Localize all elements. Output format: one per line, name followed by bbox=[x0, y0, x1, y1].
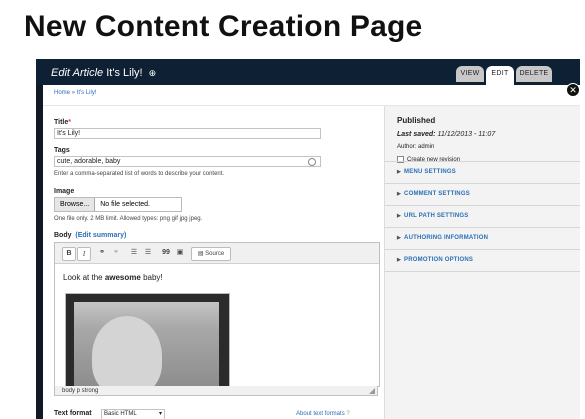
baby-face-image bbox=[92, 316, 162, 386]
element-path-bar: body p strong bbox=[54, 386, 378, 396]
editor-toolbar: B I ⚭ ⚭ ☰ ☰ 99 ▣ ▤ Source bbox=[55, 243, 379, 264]
chevron-down-icon: ▾ bbox=[158, 411, 162, 417]
browse-button[interactable]: Browse... bbox=[55, 198, 96, 211]
breadcrumb-separator: » bbox=[71, 90, 76, 96]
section-menu-settings[interactable]: ▶ MENU SETTINGS bbox=[385, 161, 580, 182]
help-icon: ? bbox=[346, 411, 350, 417]
bulleted-list-icon[interactable]: ☰ bbox=[129, 247, 139, 259]
section-divider bbox=[385, 271, 580, 272]
image-description: One file only. 2 MB limit. Allowed types… bbox=[54, 216, 203, 222]
file-status: No file selected. bbox=[100, 201, 150, 208]
title-label: Title* bbox=[54, 119, 71, 126]
body-editor[interactable]: B I ⚭ ⚭ ☰ ☰ 99 ▣ ▤ Source Look at the aw… bbox=[54, 242, 380, 387]
autocomplete-icon bbox=[308, 158, 316, 166]
edit-title: Edit Article It's Lily! ⊕ bbox=[51, 67, 156, 79]
italic-button[interactable]: I bbox=[77, 247, 91, 261]
text-format-label: Text format bbox=[54, 410, 92, 417]
image-label: Image bbox=[54, 188, 75, 195]
tags-label: Tags bbox=[54, 147, 70, 154]
image-file-input[interactable]: Browse... No file selected. bbox=[54, 197, 182, 212]
tab-edit[interactable]: EDIT bbox=[486, 66, 514, 85]
tab-delete[interactable]: DELETE bbox=[516, 66, 552, 82]
about-text-formats-link[interactable]: About text formats ? bbox=[296, 411, 350, 417]
chevron-right-icon: ▶ bbox=[397, 235, 402, 241]
link-icon[interactable]: ⚭ bbox=[97, 247, 107, 259]
unlink-icon[interactable]: ⚭ bbox=[111, 247, 121, 259]
section-authoring-information[interactable]: ▶ AUTHORING INFORMATION bbox=[385, 227, 580, 248]
title-input[interactable]: It's Lily! bbox=[54, 128, 321, 139]
chevron-right-icon: ▶ bbox=[397, 257, 402, 263]
required-marker: * bbox=[68, 119, 71, 126]
publish-status: Published bbox=[397, 116, 436, 125]
chevron-right-icon: ▶ bbox=[397, 191, 402, 197]
edit-panel: Home » It's Lily! Title* It's Lily! Tags… bbox=[43, 85, 580, 419]
edit-prefix: Edit Article bbox=[51, 67, 104, 79]
section-promotion-options[interactable]: ▶ PROMOTION OPTIONS bbox=[385, 249, 580, 270]
chevron-right-icon: ▶ bbox=[397, 169, 402, 175]
node-title: It's Lily! bbox=[106, 67, 143, 79]
text-format-select[interactable]: Basic HTML ▾ bbox=[101, 409, 165, 419]
section-url-path-settings[interactable]: ▶ URL PATH SETTINGS bbox=[385, 205, 580, 226]
tags-input[interactable]: cute, adorable, baby bbox=[54, 156, 321, 167]
admin-topbar: Edit Article It's Lily! ⊕ VIEW EDIT DELE… bbox=[36, 59, 580, 85]
author-info: Author: admin bbox=[397, 144, 435, 150]
section-comment-settings[interactable]: ▶ COMMENT SETTINGS bbox=[385, 183, 580, 204]
photo-image bbox=[74, 302, 219, 386]
resize-handle-icon[interactable] bbox=[369, 388, 375, 394]
breadcrumb-current[interactable]: It's Lily! bbox=[77, 90, 97, 96]
breadcrumb-home[interactable]: Home bbox=[54, 90, 70, 96]
form-main: Title* It's Lily! Tags cute, adorable, b… bbox=[43, 106, 383, 419]
tags-description: Enter a comma-separated list of words to… bbox=[54, 171, 225, 177]
last-saved: Last saved: 11/12/2013 - 11:07 bbox=[397, 131, 496, 138]
source-button[interactable]: ▤ Source bbox=[191, 247, 231, 261]
page-heading: New Content Creation Page bbox=[24, 10, 423, 43]
edit-summary-link[interactable]: (Edit summary) bbox=[75, 232, 126, 239]
sidebar: Published Last saved: 11/12/2013 - 11:07… bbox=[384, 106, 580, 419]
circle-plus-icon[interactable]: ⊕ bbox=[149, 68, 157, 78]
body-text-bold: awesome bbox=[104, 273, 141, 282]
admin-screenshot: Edit Article It's Lily! ⊕ VIEW EDIT DELE… bbox=[36, 59, 580, 419]
image-icon[interactable]: ▣ bbox=[175, 247, 185, 259]
baby-photo[interactable] bbox=[65, 293, 230, 386]
chevron-right-icon: ▶ bbox=[397, 213, 402, 219]
breadcrumb: Home » It's Lily! bbox=[54, 90, 97, 96]
body-label: Body (Edit summary) bbox=[54, 232, 127, 239]
blockquote-icon[interactable]: 99 bbox=[161, 247, 171, 259]
bold-button[interactable]: B bbox=[62, 247, 76, 261]
body-text[interactable]: Look at the awesome baby! bbox=[63, 273, 163, 282]
close-icon[interactable]: ✕ bbox=[566, 83, 580, 97]
tab-view[interactable]: VIEW bbox=[456, 66, 484, 82]
numbered-list-icon[interactable]: ☰ bbox=[143, 247, 153, 259]
